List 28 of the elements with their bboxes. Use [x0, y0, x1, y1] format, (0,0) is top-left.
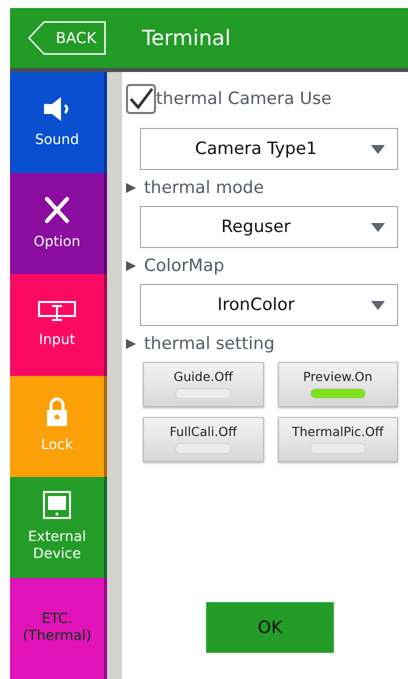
toggle-button[interactable]: FullCali.Off: [143, 417, 264, 462]
sidebar-item[interactable]: External Device: [10, 476, 107, 578]
triangle-icon: [126, 261, 136, 271]
toggle-button[interactable]: Guide.Off: [143, 362, 264, 407]
ok-button[interactable]: OK: [206, 602, 334, 653]
dropdown[interactable]: Camera Type1: [140, 128, 398, 170]
section-heading: ColorMap: [144, 256, 224, 276]
dropdown-caret-icon: [371, 144, 385, 154]
toggle-button[interactable]: Preview.On: [278, 362, 398, 407]
section-heading: thermal setting: [144, 334, 275, 354]
checkbox-label: thermal Camera Use: [156, 89, 332, 109]
tablet-icon: [43, 490, 71, 519]
dropdown-caret-icon: [371, 222, 385, 232]
sidebar-item[interactable]: Sound: [10, 72, 107, 174]
dropdown-caret-icon: [371, 300, 385, 310]
sidebar-item[interactable]: Option: [10, 173, 107, 274]
screen-title: Terminal: [142, 26, 231, 50]
triangle-icon: [126, 339, 136, 349]
dropdown[interactable]: IronColor: [140, 284, 398, 326]
sidebar-item[interactable]: Input: [10, 274, 107, 376]
triangle-icon: [126, 183, 136, 193]
lock-icon: [46, 397, 68, 428]
back-button[interactable]: BACK: [28, 21, 106, 55]
checkbox[interactable]: [126, 84, 156, 114]
dropdown[interactable]: Reguser: [140, 206, 398, 248]
toggle-button[interactable]: ThermalPic.Off: [278, 417, 398, 462]
monitor-icon: [37, 300, 77, 322]
section-heading: thermal mode: [144, 178, 264, 198]
